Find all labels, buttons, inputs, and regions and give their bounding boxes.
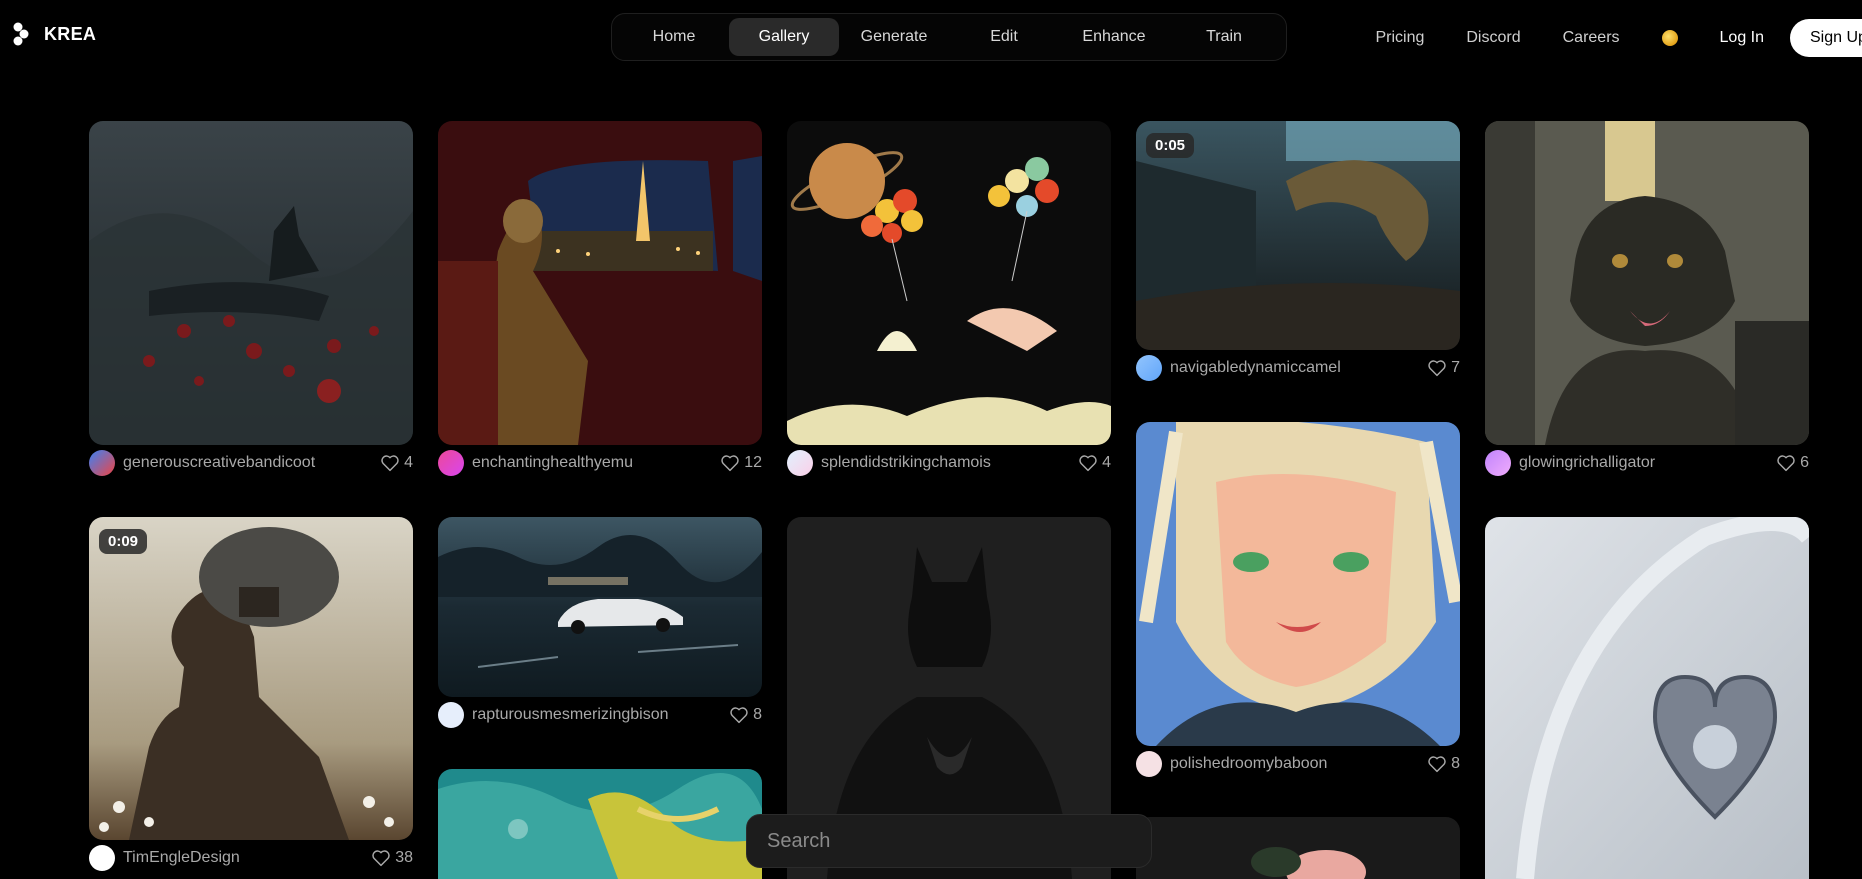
like-count: 4 (404, 454, 413, 471)
gallery-card[interactable]: polishedroomybaboon 8 (1136, 422, 1460, 782)
username[interactable]: splendidstrikingchamois (821, 454, 1078, 472)
gallery-card[interactable]: splendidstrikingchamois 4 (787, 121, 1111, 481)
heart-icon (1777, 455, 1795, 472)
gallery-card[interactable] (438, 769, 762, 879)
heart-icon (730, 707, 748, 724)
careers-link[interactable]: Careers (1563, 29, 1620, 47)
gallery-image[interactable] (1485, 121, 1809, 445)
like-button[interactable]: 4 (380, 454, 413, 472)
gallery-image[interactable] (787, 121, 1111, 445)
user-avatar[interactable] (1485, 450, 1511, 476)
gallery-card[interactable]: 0:05 navigabledynamiccamel 7 (1136, 121, 1460, 386)
heart-icon (1079, 455, 1097, 472)
like-button[interactable]: 4 (1078, 454, 1111, 472)
username[interactable]: navigabledynamiccamel (1170, 359, 1427, 377)
video-duration: 0:09 (99, 529, 148, 554)
heart-icon (721, 455, 739, 472)
gallery-image[interactable] (1136, 422, 1460, 746)
nav-edit[interactable]: Edit (949, 18, 1059, 56)
nav-gallery[interactable]: Gallery (729, 18, 839, 56)
user-avatar[interactable] (787, 450, 813, 476)
username[interactable]: glowingrichalligator (1519, 454, 1776, 472)
nav-generate[interactable]: Generate (839, 18, 949, 56)
coin-icon[interactable] (1661, 30, 1678, 46)
nav-home[interactable]: Home (619, 18, 729, 56)
gallery-card[interactable] (1136, 817, 1460, 879)
gallery-image[interactable] (438, 769, 762, 879)
heart-icon (1428, 360, 1446, 377)
search-bar[interactable] (746, 814, 1152, 868)
user-avatar[interactable] (89, 450, 115, 476)
header-links: Pricing Discord Careers Log In Sign Up (1375, 19, 1862, 57)
like-count: 12 (744, 454, 762, 471)
heart-icon (381, 455, 399, 472)
like-count: 7 (1451, 359, 1460, 376)
gallery-image[interactable] (1485, 517, 1809, 879)
gallery-card[interactable]: 0:09 TimEngleDesign 38 (89, 517, 413, 876)
username[interactable]: TimEngleDesign (123, 849, 371, 867)
nav-train[interactable]: Train (1169, 18, 1279, 56)
gallery-image[interactable] (438, 121, 762, 445)
like-count: 8 (753, 706, 762, 723)
gallery-image[interactable] (89, 121, 413, 445)
gallery-video[interactable]: 0:05 (1136, 121, 1460, 350)
like-button[interactable]: 12 (720, 454, 762, 472)
gallery-card[interactable] (1485, 517, 1809, 879)
username[interactable]: generouscreativebandicoot (123, 454, 380, 472)
gallery-card[interactable]: rapturousmesmerizingbison 8 (438, 517, 762, 733)
user-avatar[interactable] (89, 845, 115, 871)
like-button[interactable]: 7 (1427, 359, 1460, 377)
login-button[interactable]: Log In (1720, 29, 1764, 47)
gallery-card[interactable]: generouscreativebandicoot 4 (89, 121, 413, 481)
heart-icon (1428, 756, 1446, 773)
username[interactable]: rapturousmesmerizingbison (472, 706, 729, 724)
brand-name: KREA (44, 23, 97, 44)
like-button[interactable]: 8 (1427, 755, 1460, 773)
like-button[interactable]: 6 (1776, 454, 1809, 472)
gallery-video[interactable]: 0:09 (89, 517, 413, 840)
username[interactable]: enchantinghealthyemu (472, 454, 720, 472)
krea-logo-icon (13, 22, 29, 46)
signup-button[interactable]: Sign Up (1790, 19, 1862, 57)
like-count: 38 (395, 849, 413, 866)
user-avatar[interactable] (1136, 355, 1162, 381)
brand-logo[interactable]: KREA (12, 22, 96, 46)
search-input[interactable] (765, 828, 1129, 854)
discord-link[interactable]: Discord (1466, 29, 1520, 47)
main-nav: Home Gallery Generate Edit Enhance Train (611, 13, 1287, 61)
user-avatar[interactable] (1136, 751, 1162, 777)
gallery-image[interactable] (438, 517, 762, 697)
like-button[interactable]: 8 (729, 706, 762, 724)
like-count: 6 (1800, 454, 1809, 471)
video-duration: 0:05 (1146, 133, 1195, 158)
user-avatar[interactable] (438, 702, 464, 728)
nav-enhance[interactable]: Enhance (1059, 18, 1169, 56)
like-count: 4 (1102, 454, 1111, 471)
username[interactable]: polishedroomybaboon (1170, 755, 1427, 773)
gallery-image[interactable] (1136, 817, 1460, 879)
gallery-card[interactable]: glowingrichalligator 6 (1485, 121, 1809, 481)
like-button[interactable]: 38 (371, 849, 413, 867)
heart-icon (372, 850, 390, 867)
pricing-link[interactable]: Pricing (1375, 29, 1424, 47)
user-avatar[interactable] (438, 450, 464, 476)
like-count: 8 (1451, 755, 1460, 772)
gallery-card[interactable]: enchantinghealthyemu 12 (438, 121, 762, 481)
